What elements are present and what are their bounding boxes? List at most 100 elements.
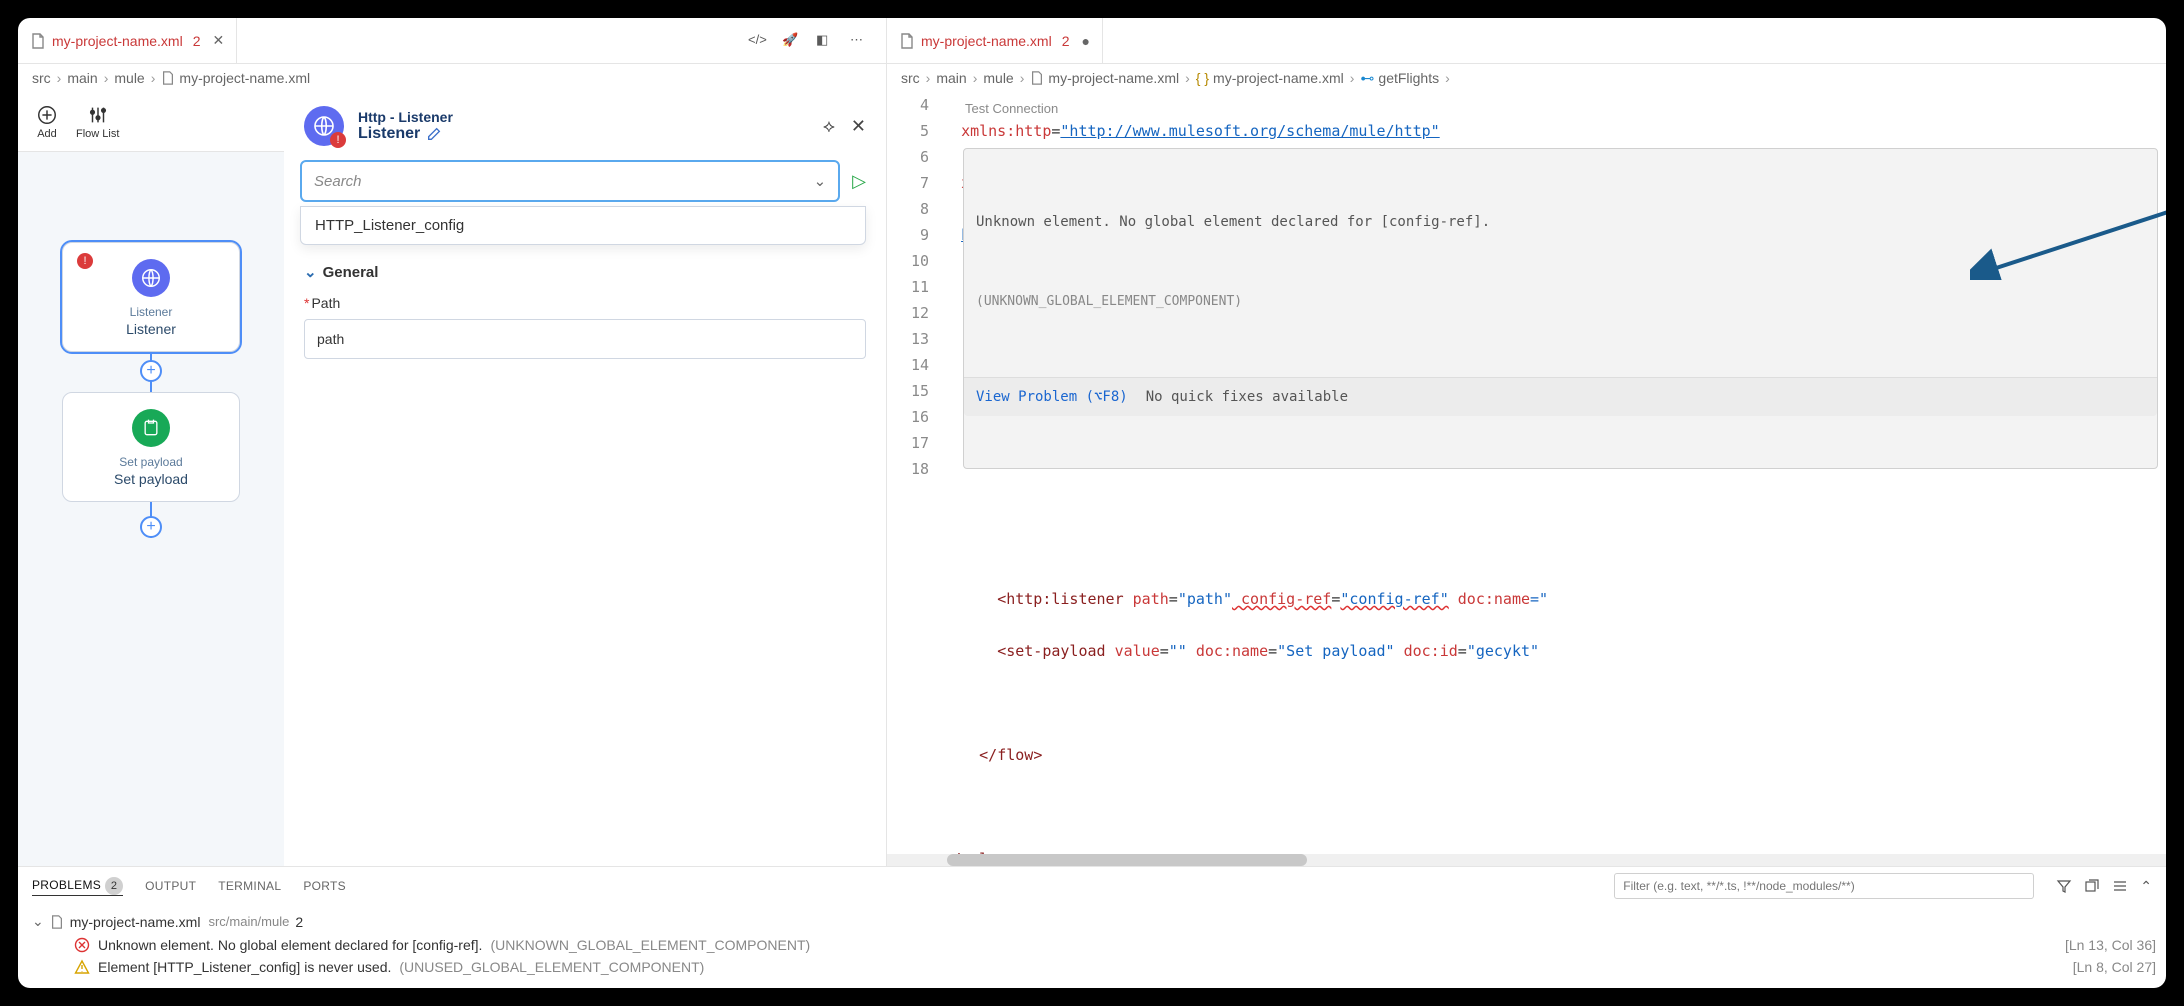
editor-title-actions: </> 🚀 ◧ ⋯: [748, 32, 886, 50]
tab-badge: 2: [193, 33, 201, 49]
panel-subtitle: Http - Listener: [358, 109, 453, 125]
hover-message: Unknown element. No global element decla…: [976, 209, 2145, 235]
breadcrumb-item[interactable]: main: [936, 70, 966, 86]
edit-icon[interactable]: [426, 126, 442, 142]
codelens-test-connection[interactable]: Test Connection: [965, 96, 1058, 122]
file-icon: [161, 71, 175, 85]
section-header-general[interactable]: ⌄ General: [304, 263, 866, 281]
file-icon: [899, 33, 915, 49]
breadcrumb-bar: src› main› mule› my-project-name.xml src…: [18, 64, 2166, 92]
breadcrumb-item[interactable]: src: [901, 70, 920, 86]
sliders-icon: [87, 104, 109, 126]
line-gutter: 456789101112131415161718: [887, 92, 943, 854]
breadcrumb-left[interactable]: src› main› mule› my-project-name.xml: [18, 64, 887, 92]
add-node-button[interactable]: +: [140, 360, 162, 382]
search-placeholder: Search: [314, 173, 362, 190]
add-button[interactable]: Add: [36, 104, 58, 140]
error-badge-icon: !: [330, 132, 346, 148]
flow-node-listener[interactable]: ! Listener Listener: [62, 242, 240, 352]
problems-file-name: my-project-name.xml: [70, 914, 201, 930]
problems-filter-input[interactable]: [1614, 873, 2034, 899]
breadcrumb-item[interactable]: ⊷ getFlights: [1360, 70, 1439, 87]
flow-node-set-payload[interactable]: Set payload Set payload: [62, 392, 240, 502]
config-panel: ! Http - Listener Listener ⟡ ✕: [284, 92, 886, 866]
chevron-up-icon[interactable]: ⌃: [2140, 878, 2152, 895]
view-problem-link[interactable]: View Problem (⌥F8): [976, 384, 1128, 410]
collapse-all-icon[interactable]: [2084, 878, 2100, 894]
globe-icon: !: [304, 106, 344, 146]
tab-ports[interactable]: PORTS: [303, 879, 346, 893]
editor-tab-right[interactable]: my-project-name.xml 2 ●: [887, 18, 1103, 63]
problem-message: Unknown element. No global element decla…: [98, 937, 482, 953]
hover-error-code: (UNKNOWN_GLOBAL_ELEMENT_COMPONENT): [976, 289, 2145, 315]
tab-bar: my-project-name.xml 2 ✕ </> 🚀 ◧ ⋯ my-pro…: [18, 18, 2166, 64]
xml-editor[interactable]: 456789101112131415161718 xmlns:http="htt…: [887, 92, 2166, 854]
warning-icon: [74, 959, 90, 975]
hover-tooltip: Unknown element. No global element decla…: [963, 148, 2158, 469]
plus-circle-icon: [36, 104, 58, 126]
file-icon: [1030, 71, 1044, 85]
node-type-label: Set payload: [73, 455, 229, 469]
node-type-label: Listener: [73, 305, 229, 319]
chevron-down-icon: ⌄: [32, 913, 44, 930]
error-badge-icon: !: [77, 253, 93, 269]
tab-output[interactable]: OUTPUT: [145, 879, 196, 893]
code-area[interactable]: xmlns:http="http://www.mulesoft.org/sche…: [943, 92, 2166, 854]
config-ref-select[interactable]: Search ⌄: [300, 160, 840, 202]
breadcrumb-item[interactable]: { } my-project-name.xml: [1196, 70, 1344, 86]
tab-title: my-project-name.xml: [921, 33, 1052, 49]
file-icon: [50, 915, 64, 929]
tab-problems[interactable]: PROBLEMS2: [32, 877, 123, 896]
error-icon: [74, 937, 90, 953]
tab-title: my-project-name.xml: [52, 33, 183, 49]
breadcrumb-item[interactable]: my-project-name.xml: [1030, 70, 1179, 86]
tab-terminal[interactable]: TERMINAL: [218, 879, 281, 893]
close-icon[interactable]: ✕: [213, 32, 225, 49]
breadcrumb-right[interactable]: src› main› mule› my-project-name.xml› { …: [887, 64, 2166, 92]
add-node-button[interactable]: +: [140, 516, 162, 538]
problems-count-badge: 2: [105, 877, 123, 895]
pin-icon[interactable]: ⟡: [823, 116, 835, 137]
problem-code: (UNUSED_GLOBAL_ELEMENT_COMPONENT): [399, 959, 2064, 975]
breadcrumb-item[interactable]: src: [32, 70, 51, 86]
problem-row[interactable]: Unknown element. No global element decla…: [28, 934, 2156, 956]
split-editor-icon[interactable]: ◧: [816, 32, 834, 50]
breadcrumb-item[interactable]: mule: [114, 70, 144, 86]
node-name-label: Set payload: [73, 471, 229, 487]
flow-canvas[interactable]: ! Listener Listener + Set payload Set: [18, 152, 284, 538]
flow-list-button[interactable]: Flow List: [76, 104, 119, 140]
breadcrumb-item[interactable]: my-project-name.xml: [161, 70, 310, 86]
code-icon[interactable]: </>: [748, 32, 766, 50]
panel-title: Listener: [358, 125, 420, 143]
no-quick-fix-label: No quick fixes available: [1146, 384, 1348, 410]
problem-code: (UNKNOWN_GLOBAL_ELEMENT_COMPONENT): [490, 937, 2057, 953]
filter-icon[interactable]: [2056, 878, 2072, 894]
problem-location: [Ln 13, Col 36]: [2065, 937, 2156, 953]
horizontal-scrollbar[interactable]: [887, 854, 2166, 866]
editor-tab-left[interactable]: my-project-name.xml 2 ✕: [18, 18, 237, 63]
payload-icon: [132, 409, 170, 447]
bottom-panel: PROBLEMS2 OUTPUT TERMINAL PORTS ⌃ ⌄ my-p…: [18, 866, 2166, 988]
flow-connector: +: [150, 352, 152, 392]
canvas-toolbar: Add Flow List: [18, 92, 284, 152]
problem-row[interactable]: Element [HTTP_Listener_config] is never …: [28, 956, 2156, 978]
problems-file-count: 2: [295, 914, 303, 930]
dropdown-option[interactable]: HTTP_Listener_config: [300, 206, 866, 245]
breadcrumb-item[interactable]: main: [67, 70, 97, 86]
problem-message: Element [HTTP_Listener_config] is never …: [98, 959, 391, 975]
path-input[interactable]: [304, 319, 866, 359]
view-mode-icon[interactable]: [2112, 878, 2128, 894]
file-icon: [30, 33, 46, 49]
breadcrumb-item[interactable]: mule: [983, 70, 1013, 86]
more-icon[interactable]: ⋯: [850, 32, 868, 50]
rocket-icon[interactable]: 🚀: [782, 32, 800, 50]
close-icon[interactable]: ✕: [851, 116, 866, 137]
run-icon[interactable]: ▷: [852, 171, 866, 192]
problem-location: [Ln 8, Col 27]: [2073, 959, 2156, 975]
chevron-down-icon: ⌄: [304, 263, 317, 281]
dirty-indicator-icon[interactable]: ●: [1082, 33, 1090, 49]
flow-connector: +: [150, 502, 152, 538]
globe-icon: [132, 259, 170, 297]
chevron-down-icon: ⌄: [814, 172, 827, 190]
problems-file-row[interactable]: ⌄ my-project-name.xml src/main/mule 2: [28, 909, 2156, 934]
